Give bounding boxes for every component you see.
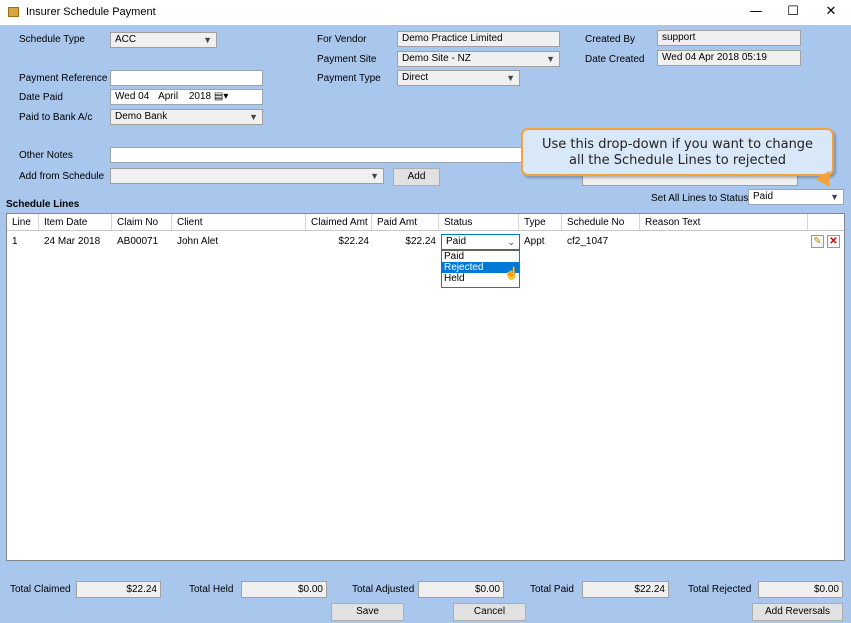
cell-schedule-no: cf2_1047 (567, 236, 609, 247)
status-option-paid[interactable]: Paid (442, 251, 519, 262)
cell-claimed-amt: $22.24 (338, 236, 369, 247)
paid-to-bank-select[interactable]: Demo Bank ▼ (110, 109, 263, 125)
date-paid-month: April (158, 91, 179, 102)
payment-type-select[interactable]: Direct ▼ (397, 70, 520, 86)
cell-claim-no: AB00071 (117, 236, 159, 247)
chevron-down-icon: ▼ (370, 171, 379, 181)
add-from-schedule-select[interactable]: ▼ (110, 168, 384, 184)
date-paid-day: Wed 04 (115, 91, 150, 102)
schedule-type-value: ACC (115, 34, 137, 45)
row-status-value: Paid (446, 236, 467, 247)
help-callout: Use this drop-down if you want to change… (521, 128, 834, 176)
delete-icon[interactable]: ✕ (827, 235, 840, 248)
schedule-type-label: Schedule Type (19, 34, 85, 45)
total-rejected-label: Total Rejected (688, 584, 752, 595)
mouse-cursor-icon: ☝ (504, 266, 519, 280)
paid-to-bank-value: Demo Bank (115, 111, 168, 122)
edit-icon[interactable]: ✎ (811, 235, 824, 248)
cancel-button[interactable]: Cancel (453, 603, 526, 621)
paid-to-bank-label: Paid to Bank A/c (19, 112, 93, 123)
date-created-label: Date Created (585, 54, 645, 65)
date-created-field: Wed 04 Apr 2018 05:19 (657, 50, 801, 66)
created-by-field: support (657, 30, 801, 46)
schedule-type-select[interactable]: ACC ▼ (110, 32, 217, 48)
app-icon (8, 7, 19, 17)
date-paid-year: 2018 (188, 91, 212, 102)
callout-line-2: all the Schedule Lines to rejected (568, 153, 786, 168)
cell-client: John Alet (177, 236, 219, 247)
set-all-lines-select[interactable]: Paid ▼ (748, 189, 844, 205)
row-status-select[interactable]: Paid ⌄ (441, 234, 520, 250)
created-by-label: Created By (585, 34, 636, 45)
payment-type-label: Payment Type (317, 73, 381, 84)
date-paid-label: Date Paid (19, 92, 63, 103)
calendar-icon: ▤▾ (213, 91, 229, 102)
set-all-lines-value: Paid (753, 191, 774, 202)
chevron-down-icon: ▼ (203, 35, 212, 45)
total-adjusted-field: $0.00 (418, 581, 504, 598)
column-header-claim-no[interactable]: Claim No (112, 214, 172, 231)
payment-site-select[interactable]: Demo Site - NZ ▼ (397, 51, 560, 67)
add-from-schedule-label: Add from Schedule (19, 171, 105, 182)
payment-reference-label: Payment Reference (19, 73, 108, 84)
window-title: Insurer Schedule Payment (26, 6, 156, 18)
set-all-lines-label: Set All Lines to Status (651, 193, 749, 204)
add-button[interactable]: Add (393, 168, 440, 186)
chevron-down-icon: ▼ (830, 192, 839, 202)
column-header-reason-text[interactable]: Reason Text (640, 214, 808, 231)
column-header-claimed-amt[interactable]: Claimed Amt (306, 214, 372, 231)
maximize-button[interactable]: ☐ (773, 2, 813, 22)
total-paid-label: Total Paid (530, 584, 574, 595)
title-bar: Insurer Schedule Payment — ☐ ✕ (0, 0, 851, 25)
payment-site-label: Payment Site (317, 54, 377, 65)
column-header-type[interactable]: Type (519, 214, 562, 231)
cell-type: Appt (524, 236, 545, 247)
chevron-down-icon: ⌄ (507, 237, 515, 247)
chevron-down-icon: ▼ (249, 112, 258, 122)
cell-item-date: 24 Mar 2018 (44, 236, 101, 247)
chevron-down-icon: ▼ (506, 73, 515, 83)
column-header-line[interactable]: Line (7, 214, 39, 231)
callout-line-1: Use this drop-down if you want to change (541, 137, 814, 152)
chevron-down-icon: ▼ (546, 54, 555, 64)
close-button[interactable]: ✕ (811, 2, 851, 22)
schedule-lines-grid[interactable]: Line Item Date Claim No Client Claimed A… (6, 213, 845, 561)
column-header-schedule-no[interactable]: Schedule No (562, 214, 640, 231)
column-header-item-date[interactable]: Item Date (39, 214, 112, 231)
total-held-label: Total Held (189, 584, 234, 595)
payment-reference-input[interactable] (110, 70, 263, 86)
cell-line: 1 (12, 236, 18, 247)
total-paid-field: $22.24 (582, 581, 669, 598)
other-notes-label: Other Notes (19, 150, 73, 161)
payment-type-value: Direct (402, 72, 429, 83)
column-header-paid-amt[interactable]: Paid Amt (372, 214, 439, 231)
minimize-button[interactable]: — (736, 2, 776, 22)
column-header-actions (808, 214, 844, 231)
payment-site-value: Demo Site - NZ (402, 53, 471, 64)
total-claimed-label: Total Claimed (10, 584, 71, 595)
cell-reason-text[interactable] (640, 233, 808, 250)
for-vendor-label: For Vendor (317, 34, 367, 45)
date-paid-picker[interactable]: Wed 04 April 2018 ▤▾ (110, 89, 263, 105)
for-vendor-field: Demo Practice Limited (397, 31, 560, 47)
total-rejected-field: $0.00 (758, 581, 843, 598)
total-held-field: $0.00 (241, 581, 327, 598)
column-header-status[interactable]: Status (439, 214, 519, 231)
column-header-client[interactable]: Client (172, 214, 306, 231)
total-adjusted-label: Total Adjusted (352, 584, 415, 595)
schedule-lines-title: Schedule Lines (6, 199, 80, 210)
add-reversals-button[interactable]: Add Reversals (752, 603, 843, 621)
save-button[interactable]: Save (331, 603, 404, 621)
total-claimed-field: $22.24 (76, 581, 161, 598)
cell-paid-amt[interactable]: $22.24 (372, 233, 439, 250)
